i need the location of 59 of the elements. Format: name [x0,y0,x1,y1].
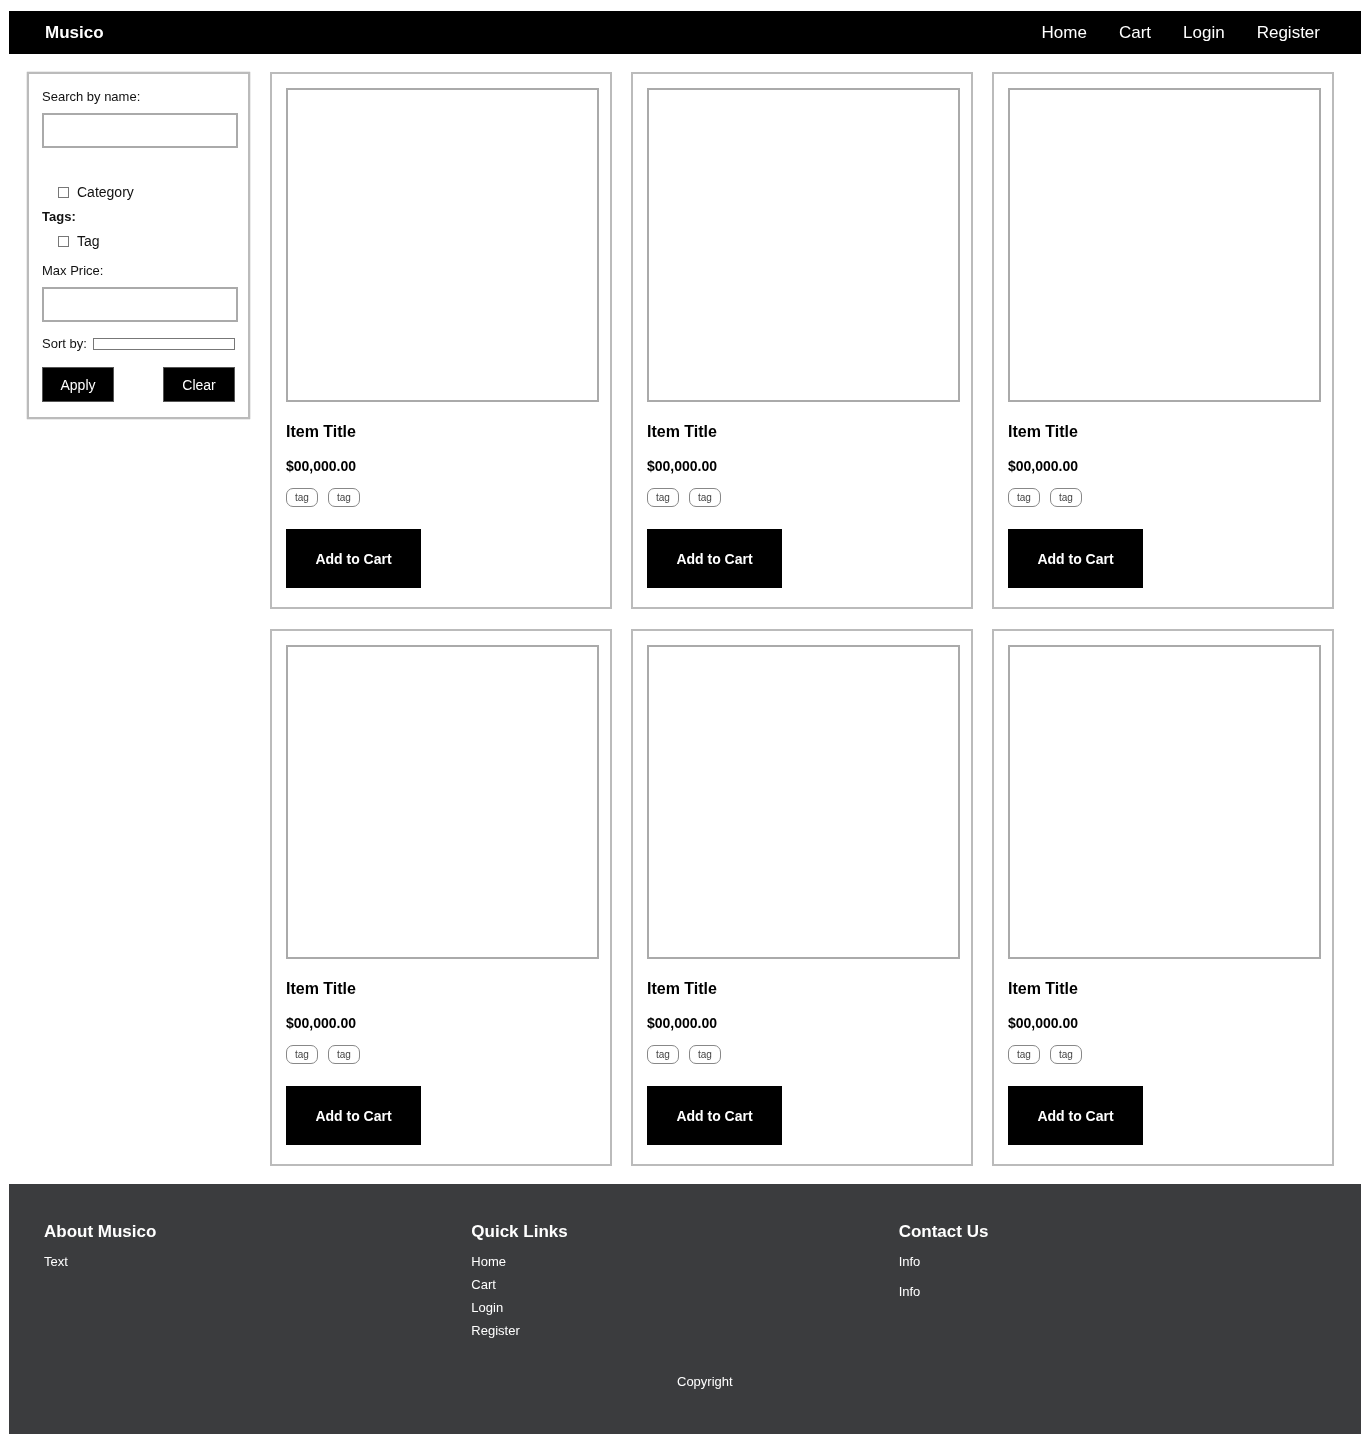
footer-link[interactable]: Home [471,1254,899,1269]
tag-chip: tag [1049,1045,1082,1064]
footer-text: Text [44,1254,69,1269]
item-price: $00,000.00 [286,1015,357,1031]
item-title: Item Title [286,980,356,998]
item-title: Item Title [647,423,717,441]
nav-link[interactable]: Home [1025,22,1103,43]
tag-chip: tag [647,488,679,507]
checkbox-label: Tag [77,233,100,249]
contact-info: Info [898,1284,922,1299]
nav-link[interactable]: Register [1240,22,1341,43]
search-label: Search by name: [42,89,142,104]
add-to-cart-button[interactable]: Add to Cart [1008,1086,1143,1145]
tag-chip: tag [286,1045,318,1064]
item-price: $00,000.00 [647,1015,718,1031]
clear-button[interactable]: Clear [163,367,235,402]
add-to-cart-button[interactable]: Add to Cart [647,529,782,588]
tags-label: Tags: [42,209,77,224]
contact-info: Info [898,1254,922,1269]
footer-link[interactable]: Login [471,1300,899,1315]
sort-dropdown[interactable] [92,337,235,350]
tag-chip: tag [1008,1045,1040,1064]
checkbox[interactable] [58,235,69,247]
tag-chip: tag [327,1045,360,1064]
copyright-text: Copyright [677,1374,733,1389]
tag-chip: tag [327,488,360,507]
item-title: Item Title [286,423,356,441]
search-field[interactable] [42,113,238,148]
footer-heading: Quick Links [471,1222,569,1242]
add-to-cart-button[interactable]: Add to Cart [286,1086,421,1145]
item-price: $00,000.00 [1008,1015,1079,1031]
footer-link[interactable]: Cart [471,1277,899,1292]
tag-chip: tag [688,488,721,507]
item-title: Item Title [647,980,717,998]
sort-label: Sort by: [42,336,87,351]
item-price: $00,000.00 [286,458,357,474]
nav-link[interactable]: Login [1167,22,1241,43]
item-price: $00,000.00 [1008,458,1079,474]
checkbox[interactable] [58,186,69,198]
footer-link[interactable]: Register [471,1323,899,1338]
item-title: Item Title [1008,423,1078,441]
tag-chip: tag [688,1045,721,1064]
max-price-field[interactable] [42,287,238,322]
tag-chip: tag [286,488,318,507]
nav-link[interactable]: Cart [1102,22,1168,43]
tag-chip: tag [647,1045,679,1064]
tag-chip: tag [1008,488,1040,507]
add-to-cart-button[interactable]: Add to Cart [286,529,421,588]
max-price-label: Max Price: [42,263,105,278]
item-title: Item Title [1008,980,1078,998]
apply-button[interactable]: Apply [42,367,114,402]
tag-chip: tag [1049,488,1082,507]
footer-heading: About Musico [44,1222,158,1242]
footer-heading: Contact Us [898,1222,990,1242]
add-to-cart-button[interactable]: Add to Cart [1008,529,1143,588]
checkbox-label: Category [77,184,134,200]
brand-logo[interactable]: Musico [45,22,104,43]
add-to-cart-button[interactable]: Add to Cart [647,1086,782,1145]
item-price: $00,000.00 [647,458,718,474]
